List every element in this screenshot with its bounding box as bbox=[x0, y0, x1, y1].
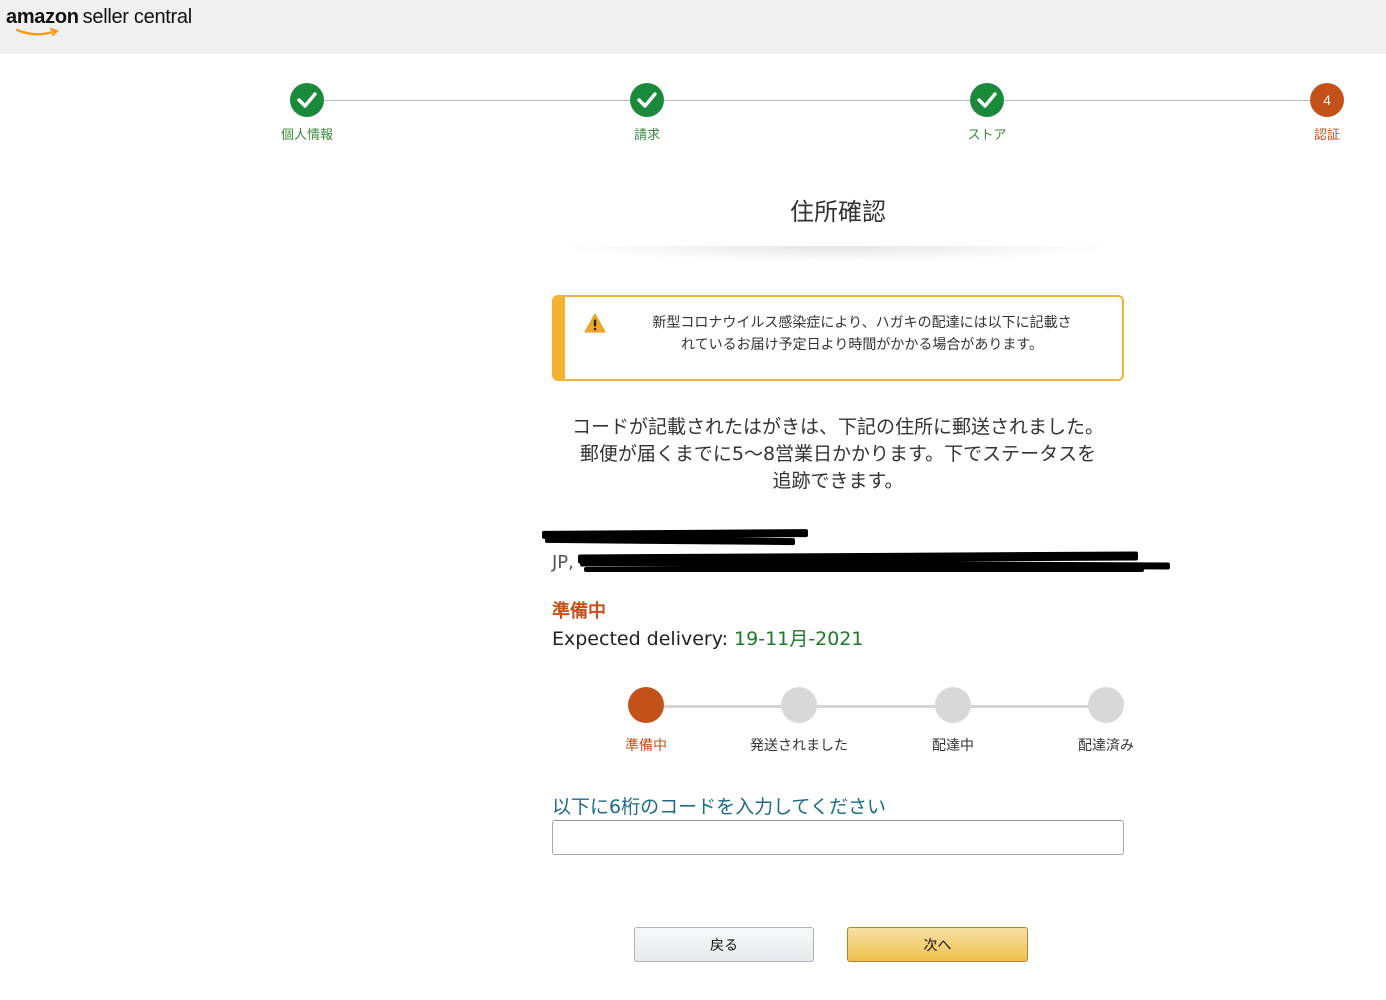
title-divider bbox=[555, 246, 1115, 262]
step-1-check-icon bbox=[290, 83, 324, 117]
step-label-store: ストア bbox=[967, 128, 1007, 143]
step-4-number: 4 bbox=[1310, 83, 1344, 117]
smile-arrow-icon bbox=[16, 28, 59, 36]
verification-code-input[interactable] bbox=[552, 820, 1124, 855]
address-redaction bbox=[584, 567, 1144, 572]
expected-delivery-date: 19-11月-2021 bbox=[734, 628, 864, 650]
alert-message-line-2: れているお届け予定日より時間がかかる場合があります。 bbox=[681, 337, 1043, 353]
expected-delivery: Expected delivery: 19-11月-2021 bbox=[552, 624, 863, 651]
tracker-line bbox=[646, 705, 1106, 708]
postcard-description: コードが記載されたはがきは、下記の住所に郵送されました。 郵便が届くまでに5～8… bbox=[550, 414, 1126, 495]
top-header bbox=[0, 0, 1386, 54]
address-redaction bbox=[544, 535, 796, 546]
expected-delivery-label: Expected delivery: bbox=[552, 628, 735, 650]
description-line-2: 郵便が届くまでに5～8営業日かかります。下でステータスを bbox=[579, 443, 1097, 465]
step-label-billing: 請求 bbox=[633, 128, 660, 143]
alert-message-line-1: 新型コロナウイルス感染症により、ハガキの配達には以下に記載さ bbox=[652, 315, 1072, 331]
address-country: JP, bbox=[552, 552, 574, 573]
page-title: 住所確認 bbox=[790, 198, 886, 226]
stepper-connector bbox=[1004, 100, 1310, 101]
tracker-label-in-transit: 配達中 bbox=[932, 738, 974, 754]
tracker-label-shipped: 発送されました bbox=[750, 738, 848, 754]
step-label-verification: 認証 bbox=[1313, 128, 1340, 143]
warning-icon bbox=[584, 313, 606, 333]
description-line-3: 追跡できます。 bbox=[772, 470, 904, 492]
step-3-check-icon bbox=[970, 83, 1004, 117]
description-line-1: コードが記載されたはがきは、下記の住所に郵送されました。 bbox=[571, 416, 1104, 438]
step-2-check-icon bbox=[630, 83, 664, 117]
stepper-connector bbox=[324, 100, 630, 101]
code-input-label: 以下に6桁のコードを入力してください bbox=[552, 796, 886, 818]
next-button[interactable]: 次へ bbox=[847, 927, 1028, 962]
tracker-dot-in-transit bbox=[935, 687, 971, 723]
tracker-dot-preparing bbox=[628, 687, 664, 723]
logo-seller-text: seller central bbox=[82, 6, 192, 28]
tracker-label-preparing: 準備中 bbox=[625, 738, 667, 754]
back-button[interactable]: 戻る bbox=[634, 927, 814, 962]
amazon-seller-central-logo[interactable]: amazon seller central bbox=[6, 6, 192, 40]
logo-amazon-text: amazon bbox=[6, 6, 79, 28]
tracker-dot-delivered bbox=[1088, 687, 1124, 723]
tracker-label-delivered: 配達済み bbox=[1078, 738, 1134, 754]
step-label-personal-info: 個人情報 bbox=[280, 128, 333, 143]
stepper-connector bbox=[664, 100, 970, 101]
tracker-dot-shipped bbox=[781, 687, 817, 723]
alert-message: 新型コロナウイルス感染症により、ハガキの配達には以下に記載さ れているお届け予定… bbox=[614, 312, 1110, 356]
shipment-status: 準備中 bbox=[552, 601, 606, 622]
